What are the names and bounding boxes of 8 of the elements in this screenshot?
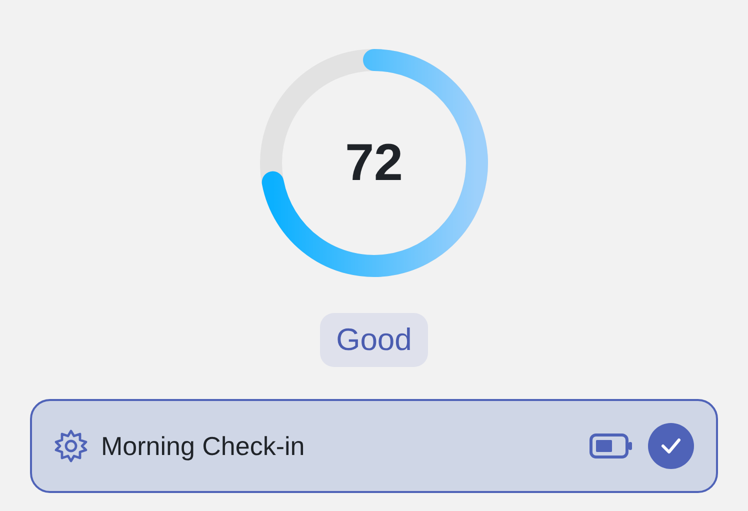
check-icon — [660, 437, 682, 455]
rating-badge: Good — [320, 313, 428, 367]
gear-icon — [54, 429, 88, 463]
check-in-card[interactable]: Morning Check-in — [30, 399, 718, 493]
check-in-title: Morning Check-in — [101, 430, 305, 462]
score-value: 72 — [345, 133, 403, 194]
battery-icon — [589, 433, 633, 459]
checkbox[interactable] — [648, 423, 694, 469]
